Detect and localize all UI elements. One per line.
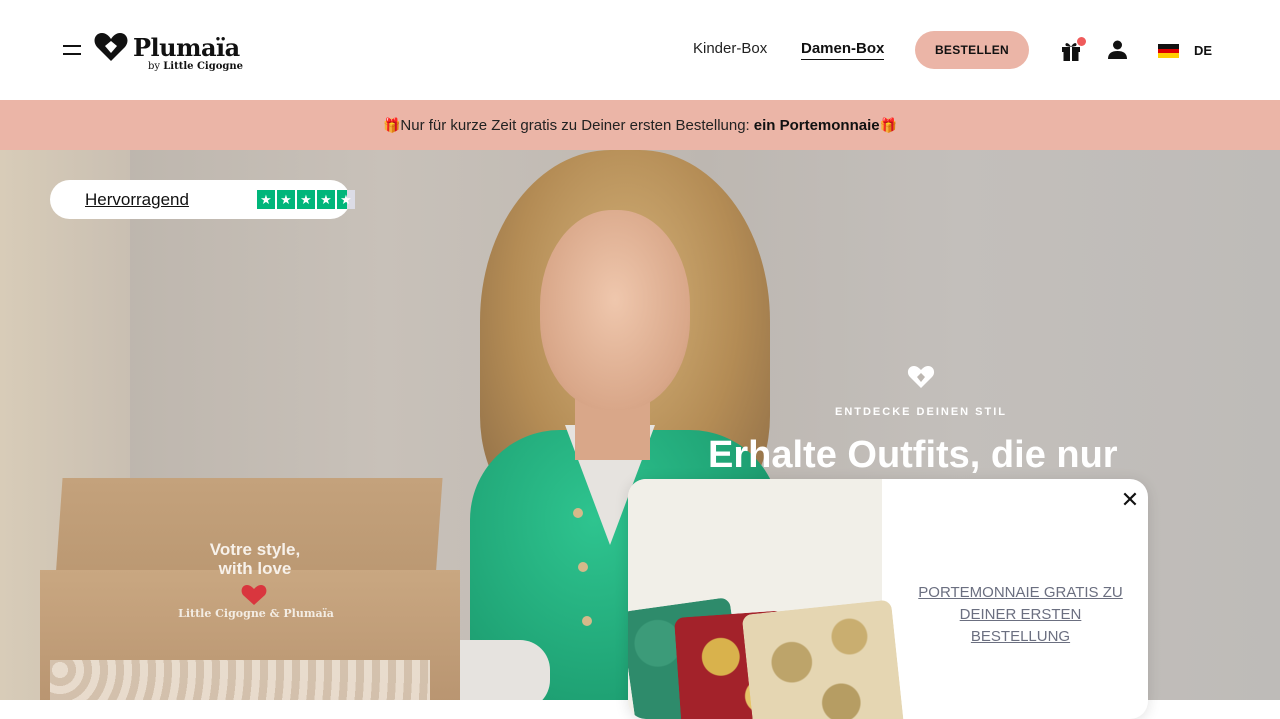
promo-text: Nur für kurze Zeit gratis zu Deiner erst… — [400, 116, 750, 134]
promo-highlight: ein Portemonnaie — [753, 116, 880, 134]
trustpilot-badge[interactable]: Hervorragend ★ ★ ★ ★ ★ — [50, 180, 355, 219]
logo[interactable]: Plumaïa by Little Cigogne — [93, 30, 243, 74]
user-icon[interactable] — [1108, 40, 1127, 59]
star-icon: ★ — [257, 190, 275, 209]
heart-logo-icon — [907, 366, 935, 388]
box-brand: Little Cigogne & Plumaïa — [178, 607, 334, 620]
notification-dot — [1077, 37, 1086, 46]
popup-offer-link[interactable]: PORTEMONNAIE GRATIS ZU DEINER ERSTEN BES… — [912, 582, 1129, 648]
sweater-button — [573, 508, 583, 518]
box-pattern — [50, 660, 430, 700]
star-icon: ★ — [277, 190, 295, 209]
heart-logo-icon — [94, 33, 128, 61]
star-icon: ★ — [317, 190, 335, 209]
sweater-button — [582, 616, 592, 626]
wallet-image — [628, 479, 905, 719]
box-heart-icon — [241, 585, 267, 605]
language-selector[interactable]: DE — [1194, 43, 1212, 58]
box-slogan: Votre style, with love — [209, 540, 301, 578]
hamburger-icon[interactable] — [63, 43, 83, 57]
close-icon[interactable]: ✕ — [1118, 488, 1142, 512]
half-star-icon: ★ — [337, 190, 355, 209]
nav-damen-box[interactable]: Damen-Box — [801, 40, 885, 60]
wallet-gold — [741, 599, 905, 719]
trustpilot-stars: ★ ★ ★ ★ ★ — [257, 190, 355, 209]
german-flag-icon[interactable] — [1158, 44, 1179, 58]
order-button[interactable]: BESTELLEN — [915, 31, 1029, 69]
promo-popup: ✕ PORTEMONNAIE GRATIS ZU DEINER ERSTEN B… — [628, 479, 1148, 719]
sweater-button — [578, 562, 588, 572]
hero-kicker: ENTDECKE DEINEN STIL — [834, 406, 1007, 418]
star-icon: ★ — [297, 190, 315, 209]
logo-name: Plumaïa — [133, 33, 240, 62]
promo-banner: 🎁 Nur für kurze Zeit gratis zu Deiner er… — [0, 100, 1280, 150]
gift-emoji-icon: 🎁 — [382, 116, 401, 133]
hero-photo-face — [540, 210, 690, 410]
nav-kinder-box[interactable]: Kinder-Box — [693, 40, 767, 57]
site-header: Plumaïa by Little Cigogne Kinder-Box Dam… — [0, 0, 1280, 100]
logo-subtitle: by Little Cigogne — [148, 61, 244, 72]
trustpilot-rating-label[interactable]: Hervorragend — [85, 190, 189, 210]
gift-emoji-icon: 🎁 — [879, 116, 898, 133]
hero-title: Erhalte Outfits, die nur — [708, 434, 1118, 476]
